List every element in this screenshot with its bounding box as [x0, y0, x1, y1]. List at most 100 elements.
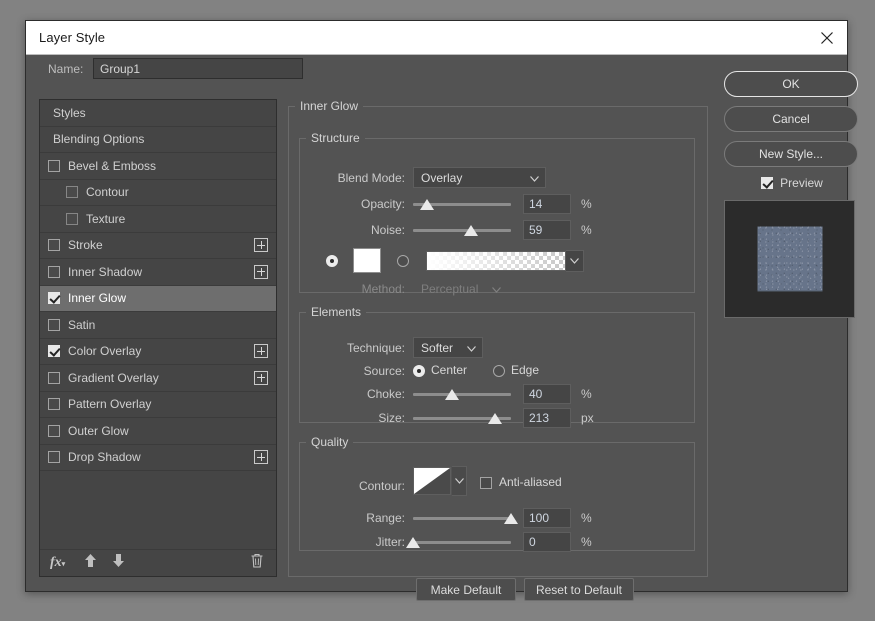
technique-select[interactable]: Softer	[413, 337, 483, 358]
anti-aliased-label[interactable]: Anti-aliased	[499, 475, 562, 489]
checkbox-wrap	[40, 372, 68, 384]
styles-list[interactable]: Styles Blending Options Bevel & Emboss Cont…	[40, 100, 276, 550]
fx-icon[interactable]: fx▾	[50, 555, 65, 571]
styles-list-item-pattern-overlay[interactable]: Pattern Overlay	[40, 392, 276, 419]
add-effect-icon[interactable]	[254, 371, 268, 385]
noise-slider-track[interactable]	[413, 229, 511, 232]
effect-enable-checkbox[interactable]	[48, 160, 60, 172]
noise-input[interactable]	[523, 220, 571, 240]
styles-list-item-outer-glow[interactable]: Outer Glow	[40, 418, 276, 445]
choke-slider-track[interactable]	[413, 393, 511, 396]
effect-enable-checkbox[interactable]	[48, 398, 60, 410]
effect-enable-checkbox[interactable]	[48, 425, 60, 437]
checkbox-wrap	[40, 398, 68, 410]
effect-enable-checkbox[interactable]	[48, 239, 60, 251]
styles-list-item-label: Pattern Overlay	[68, 397, 276, 411]
inner-glow-group: Inner Glow Structure Blend Mode: Overlay…	[288, 99, 708, 577]
styles-list-item-bevel-emboss[interactable]: Bevel & Emboss	[40, 153, 276, 180]
add-effect-icon[interactable]	[254, 450, 268, 464]
styles-list-item-inner-shadow[interactable]: Inner Shadow	[40, 259, 276, 286]
ok-button[interactable]: OK	[724, 71, 858, 97]
add-effect-icon[interactable]	[254, 344, 268, 358]
jitter-slider-track[interactable]	[413, 541, 511, 544]
noise-slider-thumb[interactable]	[464, 225, 478, 236]
size-slider-thumb[interactable]	[488, 413, 502, 424]
reset-to-default-button[interactable]: Reset to Default	[524, 578, 634, 601]
trash-icon[interactable]	[250, 553, 264, 574]
name-input[interactable]	[93, 58, 303, 79]
add-effect-icon[interactable]	[254, 238, 268, 252]
source-edge-label[interactable]: Edge	[511, 363, 539, 377]
range-slider-thumb[interactable]	[504, 513, 518, 524]
jitter-input[interactable]	[523, 532, 571, 552]
styles-list-item-label: Texture	[86, 212, 276, 226]
styles-list-item-label: Blending Options	[53, 132, 276, 146]
preview-toggle[interactable]: Preview	[724, 176, 860, 190]
make-default-button[interactable]: Make Default	[416, 578, 516, 601]
effect-enable-checkbox[interactable]	[66, 186, 78, 198]
jitter-label: Jitter:	[310, 535, 405, 549]
range-slider-track[interactable]	[413, 517, 511, 520]
opacity-slider-thumb[interactable]	[420, 199, 434, 210]
preview-label: Preview	[780, 176, 823, 190]
options-panel: Inner Glow Structure Blend Mode: Overlay…	[288, 99, 708, 577]
chevron-down-icon	[467, 341, 476, 355]
source-edge-radio[interactable]	[493, 365, 505, 377]
opacity-input[interactable]	[523, 194, 571, 214]
range-input[interactable]	[523, 508, 571, 528]
effect-enable-checkbox[interactable]	[48, 451, 60, 463]
checkbox-wrap	[40, 319, 68, 331]
effect-enable-checkbox[interactable]	[48, 292, 60, 304]
effect-enable-checkbox[interactable]	[48, 345, 60, 357]
jitter-slider-thumb[interactable]	[406, 537, 420, 548]
method-value: Perceptual	[421, 282, 478, 296]
anti-aliased-checkbox[interactable]	[480, 477, 492, 489]
choke-label: Choke:	[310, 387, 405, 401]
chevron-down-icon	[530, 171, 539, 185]
styles-list-item-label: Inner Glow	[68, 291, 276, 305]
effect-enable-checkbox[interactable]	[48, 319, 60, 331]
fill-type-gradient-radio[interactable]	[397, 255, 409, 267]
size-input[interactable]	[523, 408, 571, 428]
effect-enable-checkbox[interactable]	[66, 213, 78, 225]
choke-input[interactable]	[523, 384, 571, 404]
fill-type-color-radio[interactable]	[326, 255, 338, 267]
opacity-slider-track[interactable]	[413, 203, 511, 206]
effect-enable-checkbox[interactable]	[48, 372, 60, 384]
cancel-button[interactable]: Cancel	[724, 106, 858, 132]
close-icon[interactable]	[807, 21, 847, 54]
choke-slider-thumb[interactable]	[445, 389, 459, 400]
preview-shape	[757, 227, 822, 292]
styles-list-item-inner-glow[interactable]: Inner Glow	[40, 286, 276, 313]
styles-list-item-label: Inner Shadow	[68, 265, 276, 279]
preview-checkbox[interactable]	[761, 177, 773, 189]
checkbox-wrap	[40, 292, 68, 304]
styles-list-item-satin[interactable]: Satin	[40, 312, 276, 339]
styles-list-item-stroke[interactable]: Stroke	[40, 233, 276, 260]
source-center-label[interactable]: Center	[431, 363, 467, 377]
styles-list-item-styles[interactable]: Styles	[40, 100, 276, 127]
gradient-dropdown-arrow[interactable]	[566, 250, 584, 272]
quality-group-label: Quality	[306, 435, 353, 449]
contour-preview[interactable]	[413, 467, 451, 495]
styles-list-item-label: Drop Shadow	[68, 450, 276, 464]
size-slider-track[interactable]	[413, 417, 511, 420]
new-style-button[interactable]: New Style...	[724, 141, 858, 167]
styles-list-item-color-overlay[interactable]: Color Overlay	[40, 339, 276, 366]
styles-list-item-contour[interactable]: Contour	[40, 180, 276, 207]
blend-mode-select[interactable]: Overlay	[413, 167, 546, 188]
styles-list-item-drop-shadow[interactable]: Drop Shadow	[40, 445, 276, 472]
range-label: Range:	[310, 511, 405, 525]
add-effect-icon[interactable]	[254, 265, 268, 279]
styles-list-item-texture[interactable]: Texture	[40, 206, 276, 233]
glow-color-swatch[interactable]	[353, 248, 381, 273]
styles-list-item-label: Contour	[86, 185, 276, 199]
source-center-radio[interactable]	[413, 365, 425, 377]
effect-enable-checkbox[interactable]	[48, 266, 60, 278]
arrow-up-icon[interactable]	[84, 553, 97, 573]
glow-gradient-preview[interactable]	[426, 251, 566, 271]
contour-dropdown-arrow[interactable]	[452, 466, 467, 496]
arrow-down-icon[interactable]	[112, 553, 125, 573]
styles-list-item-gradient-overlay[interactable]: Gradient Overlay	[40, 365, 276, 392]
styles-list-item-blending-options[interactable]: Blending Options	[40, 127, 276, 154]
